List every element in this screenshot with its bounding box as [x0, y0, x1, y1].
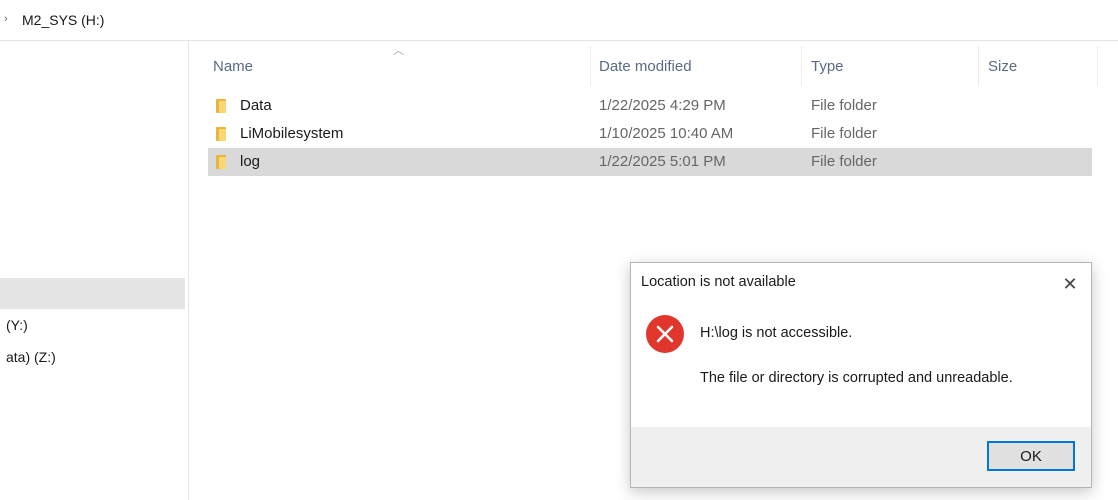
file-row-limobilesystem[interactable]: LiMobilesystem 1/10/2025 10:40 AM File f… — [208, 120, 1092, 148]
dialog-title: Location is not available — [641, 274, 796, 290]
file-name: Data — [240, 97, 272, 114]
file-type: File folder — [811, 97, 877, 114]
close-icon[interactable]: ✕ — [1057, 271, 1083, 297]
column-header-size[interactable]: Size — [988, 58, 1017, 75]
file-name: LiMobilesystem — [240, 125, 344, 142]
folder-icon — [216, 99, 226, 113]
sort-ascending-icon: ︿ — [393, 45, 404, 57]
address-bar[interactable]: › M2_SYS (H:) — [0, 0, 1118, 41]
nav-item-selected[interactable] — [0, 278, 185, 309]
dialog-message-secondary: The file or directory is corrupted and u… — [700, 370, 1013, 386]
navigation-pane: (Y:) ata) (Z:) — [0, 41, 189, 500]
column-header-date-modified[interactable]: Date modified — [599, 58, 692, 75]
folder-icon — [216, 155, 226, 169]
dialog-message-primary: H:\log is not accessible. — [700, 325, 853, 341]
column-divider[interactable] — [1097, 46, 1098, 86]
file-type: File folder — [811, 153, 877, 170]
ok-button[interactable]: OK — [987, 441, 1075, 471]
file-name: log — [240, 153, 261, 170]
error-dialog: Location is not available ✕ H:\log is no… — [630, 262, 1092, 488]
error-icon — [646, 315, 684, 353]
folder-icon — [216, 127, 226, 141]
column-divider[interactable] — [801, 46, 802, 86]
column-header-type[interactable]: Type — [811, 58, 844, 75]
column-divider[interactable] — [590, 46, 591, 86]
file-row-log[interactable]: log 1/22/2025 5:01 PM File folder — [208, 148, 1092, 176]
file-row-data[interactable]: Data 1/22/2025 4:29 PM File folder — [208, 92, 1092, 120]
column-divider[interactable] — [978, 46, 979, 86]
breadcrumb-drive[interactable]: M2_SYS (H:) — [22, 12, 104, 28]
breadcrumb-chevron-icon[interactable]: › — [4, 13, 8, 25]
dialog-footer: OK — [631, 427, 1091, 487]
file-date-modified: 1/22/2025 5:01 PM — [599, 153, 726, 170]
file-type: File folder — [811, 125, 877, 142]
file-date-modified: 1/10/2025 10:40 AM — [599, 125, 734, 142]
column-header-name[interactable]: Name — [213, 58, 253, 75]
nav-item-drive-z[interactable]: ata) (Z:) — [6, 349, 56, 365]
nav-item-drive-y[interactable]: (Y:) — [6, 317, 28, 333]
file-date-modified: 1/22/2025 4:29 PM — [599, 97, 726, 114]
